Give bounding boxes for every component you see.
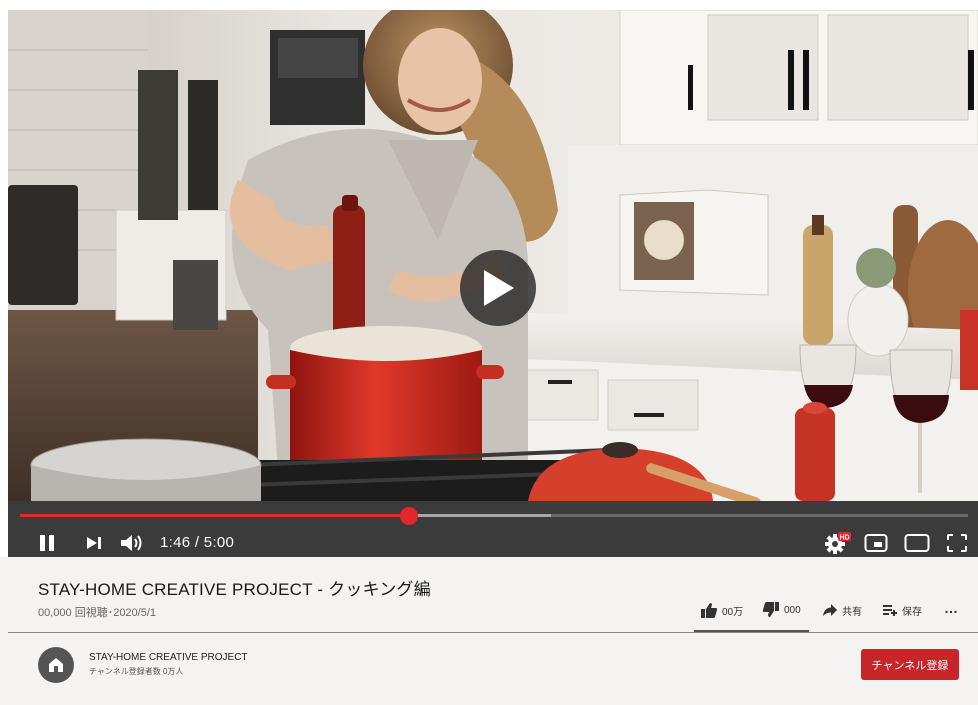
save-button[interactable]: 保存 (882, 595, 922, 625)
progress-bar[interactable] (20, 507, 968, 525)
theater-mode-button[interactable] (904, 531, 930, 555)
next-button[interactable] (86, 531, 102, 555)
volume-button[interactable] (120, 531, 144, 555)
dislike-button[interactable]: 000 (762, 595, 801, 625)
play-icon (484, 270, 514, 306)
subscribe-button[interactable]: チャンネル登録 (861, 649, 959, 680)
view-count-date: 00,000 回視聴･2020/5/1 (38, 607, 157, 619)
dislike-count: 000 (784, 604, 801, 616)
theater-mode-icon (904, 534, 930, 552)
share-arrow-icon (823, 604, 837, 616)
thumbs-down-icon (762, 602, 779, 617)
pause-button[interactable] (38, 531, 56, 555)
pause-icon (40, 535, 54, 551)
thumbs-up-icon (701, 603, 718, 618)
share-label: 共有 (842, 606, 862, 618)
home-icon (49, 658, 63, 672)
settings-button[interactable]: HD (824, 531, 852, 555)
more-actions-button[interactable]: … (944, 593, 958, 623)
share-button[interactable]: 共有 (822, 595, 862, 625)
progress-played (20, 514, 409, 517)
channel-name[interactable]: STAY-HOME CREATIVE PROJECT (89, 652, 248, 663)
video-watch-page: 1:46 / 5:00 HD STAY-HOME CREATIVE PROJEC… (0, 0, 978, 705)
miniplayer-icon (864, 534, 888, 552)
video-info-panel: STAY-HOME CREATIVE PROJECT - クッキング編 00,0… (0, 557, 978, 705)
subscriber-count: チャンネル登録者数 0万人 (89, 667, 184, 676)
progress-scrubber-handle[interactable] (399, 507, 418, 525)
like-count: 00万 (722, 606, 744, 618)
gear-hd-icon: HD (825, 532, 851, 554)
fullscreen-icon (947, 534, 967, 552)
skip-next-icon (87, 537, 101, 549)
info-divider (8, 632, 978, 633)
hd-badge: HD (839, 534, 849, 541)
play-overlay-button[interactable] (460, 250, 536, 326)
miniplayer-button[interactable] (864, 531, 888, 555)
save-label: 保存 (902, 606, 922, 618)
like-button[interactable]: 00万 (700, 595, 743, 625)
fullscreen-button[interactable] (946, 531, 968, 555)
video-player[interactable]: 1:46 / 5:00 HD (8, 10, 978, 557)
channel-avatar[interactable] (38, 647, 74, 683)
video-title: STAY-HOME CREATIVE PROJECT - クッキング編 (38, 580, 431, 599)
time-display: 1:46 / 5:00 (160, 534, 235, 551)
control-buttons-row: 1:46 / 5:00 HD (8, 531, 978, 555)
more-actions-label: … (944, 600, 958, 616)
player-controls: 1:46 / 5:00 HD (8, 501, 978, 557)
playlist-add-icon (883, 605, 897, 616)
volume-icon (121, 535, 142, 551)
